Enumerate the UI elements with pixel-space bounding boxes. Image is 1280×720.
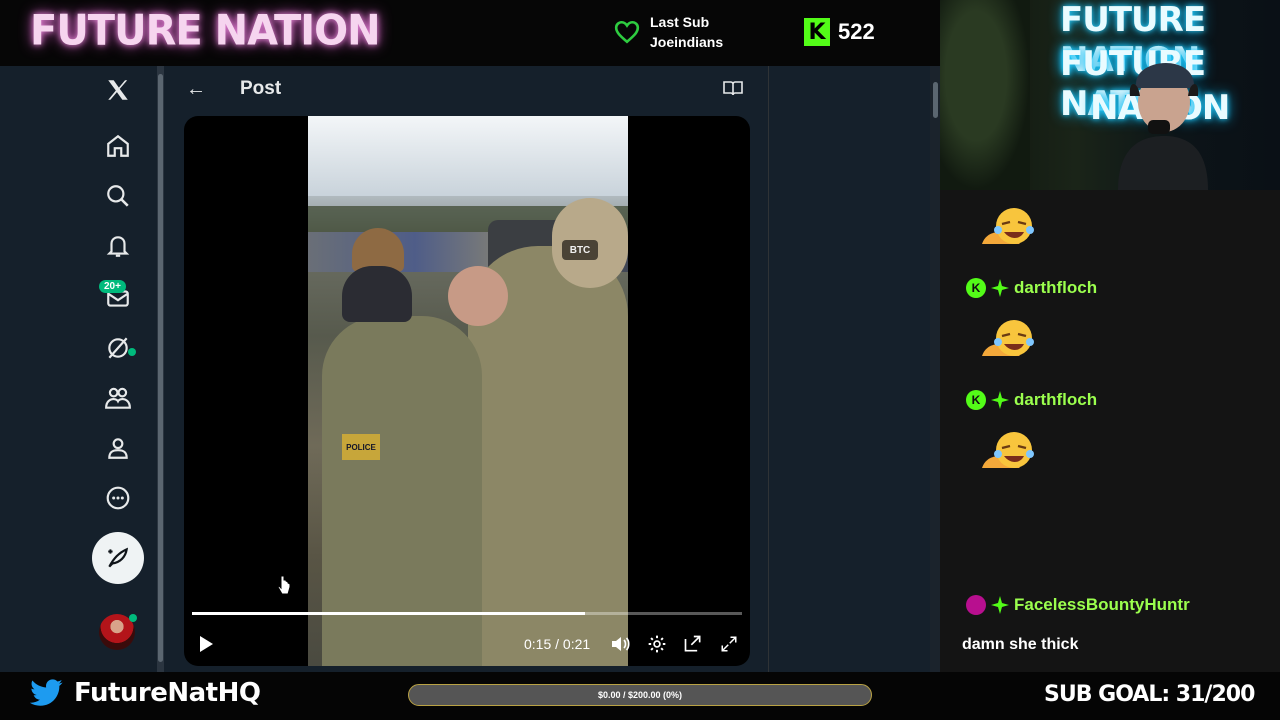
communities-icon[interactable] [96,376,140,420]
kick-badge-icon: K [966,278,986,298]
video-frame: POLICE BTC [308,116,628,666]
stream-bottom-bar: FutureNatHQ $0.00 / $200.00 (0%) SUB GOA… [0,672,1280,720]
brand-title: FUTURE NATION [30,6,381,56]
twitter-window: 20+ ← Post POLICE BTC 0:15 / 0:21 [0,66,940,672]
green-plus-badge-icon [991,596,1009,614]
chat-username: darthfloch [1014,278,1098,297]
notifications-bell-icon[interactable] [96,224,140,268]
webcam-feed: FUTURE NATION FUTURE NATION NATION [940,0,1280,190]
video-patch-left: POLICE [342,434,380,460]
donation-goal-bar: $0.00 / $200.00 (0%) [408,684,872,706]
post-header: ← Post [170,66,768,114]
mouse-cursor-icon [277,575,291,595]
back-arrow-icon[interactable]: ← [186,78,206,101]
page-scrollbar-thumb[interactable] [933,82,938,118]
video-sky [308,116,628,196]
profile-icon[interactable] [96,426,140,470]
volume-button[interactable] [608,630,634,658]
green-plus-badge-icon [991,391,1009,409]
chat-message-text: damn she thick [962,636,1079,653]
donation-goal-text: $0.00 / $200.00 (0%) [597,690,683,700]
subscriber-badge-icon [966,595,986,615]
chat-panel: K darthfloch K darthfloch FacelessBounty… [940,190,1280,672]
video-patch-right: BTC [562,240,598,260]
laughing-emote-icon [982,320,1034,356]
volume-icon [612,637,630,651]
play-button[interactable] [192,630,220,658]
fullscreen-button[interactable] [716,630,742,658]
x-logo-icon[interactable] [96,68,140,112]
kick-count: 522 [838,19,875,44]
fullscreen-icon [721,636,737,652]
compose-post-button[interactable] [92,532,144,584]
green-plus-badge-icon [991,279,1009,297]
chat-user-darthfloch-2[interactable]: K darthfloch [966,390,1097,410]
gear-icon [648,635,666,653]
stream-top-bar: FUTURE NATION Last Sub Joeindians K 522 [0,0,940,66]
page-scrollbar[interactable] [930,66,940,672]
home-icon[interactable] [96,124,140,168]
kick-follower-widget: K 522 [804,18,875,46]
more-icon[interactable] [96,476,140,520]
last-sub-widget: Last Sub Joeindians [614,12,723,52]
chat-username: FacelessBountyHuntr [1014,595,1190,614]
avatar-online-dot [129,614,137,622]
kick-logo-icon: K [804,18,830,46]
streamer-silhouette [1118,62,1208,190]
last-sub-name: Joeindians [650,34,724,50]
search-icon[interactable] [96,174,140,218]
reader-mode-icon[interactable] [723,80,743,96]
video-progress-track[interactable] [192,612,742,615]
webcam-plant [940,0,1030,190]
picture-in-picture-icon [684,635,701,652]
messages-badge: 20+ [99,280,126,293]
laughing-emote-icon [982,432,1034,468]
laughing-emote-icon [982,208,1034,244]
grok-new-dot [128,348,136,356]
kick-badge-icon: K [966,390,986,410]
chat-user-facelessbountyhuntr[interactable]: FacelessBountyHuntr [966,595,1190,615]
twitter-handle: FutureNatHQ [30,678,261,708]
twitter-sidebar: 20+ [0,66,160,672]
feather-icon [108,547,129,568]
video-progress-fill [192,612,585,615]
video-cap [342,266,412,322]
pip-button[interactable] [680,630,706,658]
page-title: Post [240,78,282,99]
heart-icon [614,20,640,44]
last-sub-label: Last Sub [650,14,710,30]
sidebar-scrollbar-thumb[interactable] [158,74,163,662]
video-time: 0:15 / 0:21 [524,636,591,652]
column-divider [768,66,769,672]
play-icon [200,636,213,652]
chat-user-darthfloch-1[interactable]: K darthfloch [966,278,1097,298]
twitter-handle-text: FutureNatHQ [74,678,261,708]
chat-username: darthfloch [1014,390,1098,409]
twitter-bird-icon [30,679,63,706]
video-woman [448,266,508,326]
settings-button[interactable] [644,630,670,658]
sub-goal-text: SUB GOAL: 31/200 [1044,682,1255,707]
video-player[interactable]: POLICE BTC 0:15 / 0:21 [184,116,750,666]
